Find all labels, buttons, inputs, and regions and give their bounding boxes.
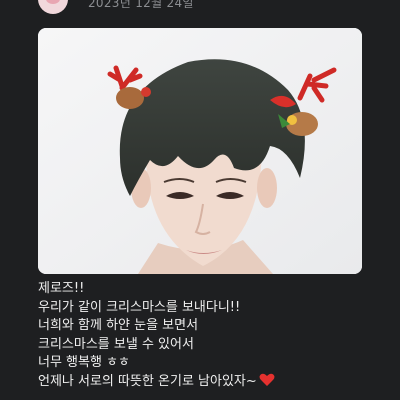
selfie-photo-illustration bbox=[38, 28, 362, 274]
post-line: 너무 행복행 ㅎㅎ bbox=[38, 355, 130, 371]
post-header: 2023년 12월 24일 bbox=[0, 0, 400, 14]
post-photo[interactable] bbox=[38, 28, 362, 274]
post-line: 우리가 같이 크리스마스를 보내다니!! bbox=[38, 299, 241, 315]
post-body: 제로즈!! 우리가 같이 크리스마스를 보내다니!! 너희와 함께 하얀 눈을 … bbox=[38, 280, 378, 392]
profile-avatar[interactable] bbox=[38, 0, 68, 14]
post-date: 2023년 12월 24일 bbox=[88, 0, 194, 10]
post-line: 크리스마스를 보낼 수 있어서 bbox=[38, 336, 194, 352]
post-line-text: 언제나 서로의 따뜻한 온기로 남아있자~ bbox=[38, 373, 257, 389]
post-line: 너희와 함께 하얀 눈을 보면서 bbox=[38, 318, 199, 334]
post-line-last: 언제나 서로의 따뜻한 온기로 남아있자~ bbox=[38, 373, 378, 392]
post-line: 제로즈!! bbox=[38, 281, 85, 296]
red-heart-icon bbox=[259, 373, 275, 386]
